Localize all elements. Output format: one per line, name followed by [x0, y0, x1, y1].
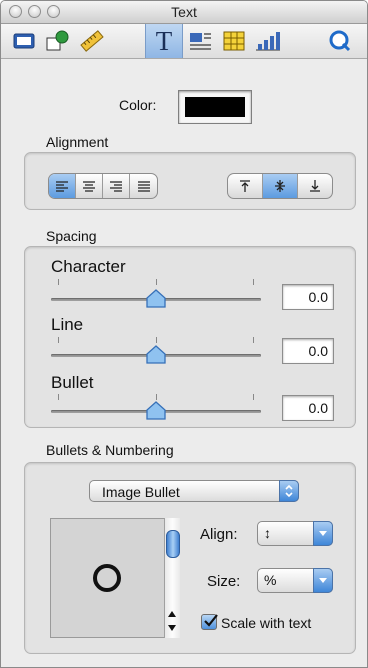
align-top-button[interactable] — [228, 174, 263, 198]
text-icon: T — [155, 25, 173, 56]
align-left-icon — [56, 181, 68, 192]
color-swatch — [185, 97, 245, 117]
graphic-icon — [46, 30, 69, 51]
slider-tick — [58, 337, 59, 343]
metrics-inspector-button[interactable] — [75, 24, 109, 58]
bullet-type-value: Image Bullet — [102, 484, 180, 500]
popup-arrows-icon — [279, 480, 299, 502]
scroll-up-arrow-icon[interactable] — [167, 610, 177, 618]
slider-tick — [253, 337, 254, 343]
scroll-down-arrow-icon[interactable] — [167, 624, 177, 632]
align-right-button[interactable] — [103, 174, 130, 198]
text-color-well[interactable] — [178, 90, 252, 124]
slider-thumb[interactable] — [145, 344, 167, 366]
bullets-section-title: Bullets & Numbering — [46, 442, 174, 458]
slider-tick — [253, 394, 254, 400]
document-inspector-button[interactable] — [7, 24, 41, 58]
slider-tick — [58, 394, 59, 400]
slider-tick — [58, 279, 59, 285]
align-justify-icon — [137, 181, 150, 192]
chevron-down-icon — [313, 521, 333, 546]
character-spacing-label: Character — [51, 257, 126, 276]
align-center-icon — [83, 181, 95, 192]
align-bottom-icon — [310, 180, 320, 192]
slider-tick — [156, 337, 157, 343]
chart-icon — [256, 32, 280, 51]
line-spacing-label: Line — [51, 315, 84, 334]
quicktime-icon — [329, 30, 351, 52]
scale-with-text-checkbox[interactable] — [201, 614, 218, 630]
inspector-toolbar: T — [1, 24, 367, 59]
bullet-spacing-label: Bullet — [51, 373, 94, 392]
spacing-section-title: Spacing — [46, 228, 97, 244]
bullet-align-label: Align: — [200, 526, 238, 543]
scroll-thumb[interactable] — [166, 530, 180, 558]
circle-bullet-icon — [93, 564, 121, 592]
graphic-inspector-button[interactable] — [41, 24, 75, 58]
chart-inspector-button[interactable] — [251, 24, 285, 58]
align-center-button[interactable] — [76, 174, 103, 198]
slider-thumb[interactable] — [145, 400, 167, 422]
slider-tick — [156, 279, 157, 285]
align-bottom-button[interactable] — [298, 174, 332, 198]
checkmark-icon — [204, 614, 218, 627]
bullet-size-value: % — [264, 572, 277, 588]
slider-thumb[interactable] — [145, 288, 167, 310]
horizontal-alignment-control — [48, 173, 158, 199]
bullet-size-label: Size: — [207, 573, 241, 590]
wrap-inspector-button[interactable] — [183, 24, 217, 58]
table-inspector-button[interactable] — [217, 24, 251, 58]
slider-tick — [253, 279, 254, 285]
color-label: Color: — [119, 97, 157, 113]
bullet-image-preview[interactable] — [50, 518, 180, 638]
scale-with-text-label: Scale with text — [221, 615, 312, 631]
window-title: Text — [171, 4, 197, 20]
bullet-spacing-field[interactable]: 0.0 — [282, 395, 334, 421]
align-left-button[interactable] — [49, 174, 76, 198]
vertical-alignment-control — [227, 173, 333, 199]
align-top-icon — [240, 180, 250, 192]
line-spacing-field[interactable]: 0.0 — [282, 338, 334, 364]
document-icon — [13, 33, 35, 49]
wrap-icon — [190, 33, 211, 50]
bullet-size-popup[interactable]: % — [257, 568, 333, 593]
title-bar[interactable]: Text — [1, 1, 367, 24]
align-justify-button[interactable] — [130, 174, 157, 198]
bullet-type-popup[interactable]: Image Bullet — [89, 480, 299, 502]
align-middle-icon — [275, 180, 285, 192]
align-middle-button[interactable] — [263, 174, 298, 198]
table-icon — [223, 31, 245, 51]
text-inspector-button[interactable]: T — [145, 24, 183, 58]
quicktime-inspector-button[interactable] — [323, 24, 357, 58]
ruler-icon — [80, 30, 104, 52]
inspector-window: Text T Color: Alignment Spacing Characte… — [0, 0, 368, 668]
bullet-align-popup[interactable]: ↕ — [257, 521, 333, 546]
bullet-align-value: ↕ — [264, 525, 271, 541]
chevron-down-icon — [313, 568, 333, 593]
bullet-image-scrollbar[interactable] — [164, 518, 180, 638]
align-right-icon — [110, 181, 122, 192]
character-spacing-field[interactable]: 0.0 — [282, 284, 334, 310]
alignment-section-title: Alignment — [46, 134, 109, 150]
